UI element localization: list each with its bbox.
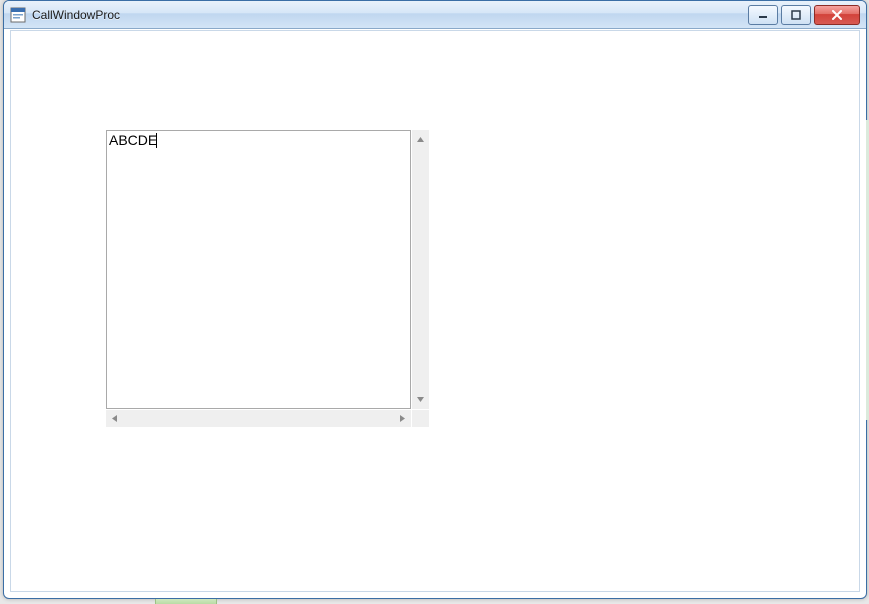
window-title: CallWindowProc: [32, 8, 120, 22]
vertical-scrollbar[interactable]: [412, 130, 429, 409]
scroll-left-button[interactable]: [106, 410, 123, 427]
application-window: CallWindowProc ABCDE: [3, 0, 867, 599]
text-edit-container: ABCDE: [106, 130, 430, 430]
app-icon: [10, 7, 26, 23]
vertical-scroll-track[interactable]: [413, 148, 428, 391]
scroll-up-button[interactable]: [413, 131, 428, 148]
client-area: ABCDE: [10, 30, 860, 592]
text-caret: [156, 133, 157, 148]
minimize-button[interactable]: [748, 5, 778, 25]
title-bar[interactable]: CallWindowProc: [4, 1, 866, 29]
window-controls: [748, 5, 860, 25]
text-content: ABCDE: [109, 132, 157, 148]
scroll-down-button[interactable]: [413, 391, 428, 408]
title-left-group: CallWindowProc: [10, 7, 120, 23]
scrollbar-corner: [412, 410, 429, 427]
horizontal-scrollbar[interactable]: [106, 410, 411, 427]
text-edit[interactable]: ABCDE: [106, 130, 411, 409]
taskbar-peek: [155, 599, 217, 604]
maximize-button[interactable]: [781, 5, 811, 25]
close-button[interactable]: [814, 5, 860, 25]
scroll-right-button[interactable]: [394, 410, 411, 427]
